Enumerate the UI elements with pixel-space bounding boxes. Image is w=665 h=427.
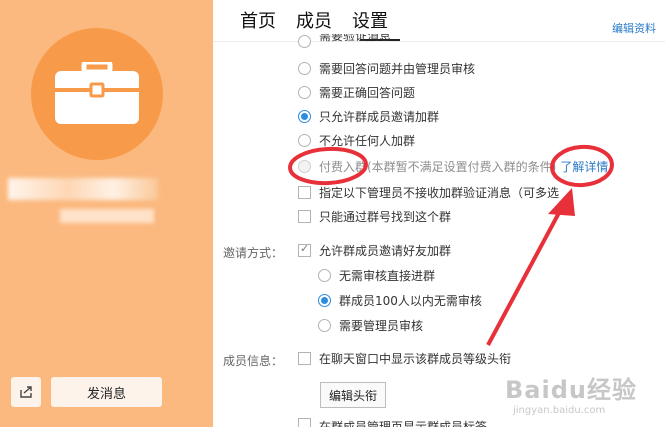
join-option-row[interactable]: 需要正确回答问题 [298,82,415,102]
allow-invite-row[interactable]: 允许群成员邀请好友加群 [298,240,451,260]
learn-more-link[interactable]: 了解详情 [560,158,608,175]
join-option-partial[interactable]: 需要验证消息 [298,34,391,48]
invite-option-label: 需要管理员审核 [339,318,424,333]
radio-button-selected[interactable] [318,293,331,307]
radio-button[interactable] [318,268,331,282]
edit-title-button[interactable]: 编辑头衔 [320,382,386,408]
tab-home[interactable]: 首页 [240,10,276,34]
join-option-row[interactable]: 不允许任何人加群 [298,130,415,150]
member-tag-row-partial[interactable]: 在群成员管理页显示群成员标签 [298,418,487,427]
member-tag-label: 在群成员管理页显示群成员标签 [319,420,488,427]
share-icon [20,386,32,398]
paid-join-option-row: 付费入群(本群暂不满足设置付费入群的条件) 了解详情 [298,156,608,176]
invite-option-row[interactable]: 群成员100人以内无需审核 [318,290,482,310]
top-nav: 首页 成员 设置 [240,10,388,34]
tab-settings[interactable]: 设置 [352,10,388,34]
blurred-group-name [8,178,158,200]
admin-no-verify-label: 指定以下管理员不接收加群验证消息（可多选 [319,185,560,200]
radio-button-selected[interactable] [298,109,311,123]
checkbox[interactable] [298,209,311,223]
join-option-label: 不允许任何人加群 [319,133,416,148]
invite-option-row[interactable]: 需要管理员审核 [318,315,423,335]
checkbox-checked[interactable] [298,242,311,257]
allow-invite-label: 允许群成员邀请好友加群 [319,243,452,258]
share-button[interactable] [11,377,41,407]
admin-no-verify-row[interactable]: 指定以下管理员不接收加群验证消息（可多选 [298,182,559,202]
send-message-button[interactable]: 发消息 [51,377,162,407]
edit-profile-link[interactable]: 编辑资料 [612,20,656,36]
invite-option-row[interactable]: 无需审核直接进群 [318,265,435,285]
radio-button[interactable] [298,61,311,75]
invite-section-label: 邀请方式： [223,246,284,260]
radio-button[interactable] [298,133,311,147]
tab-members[interactable]: 成员 [296,10,332,34]
annotation-arrow [486,195,570,346]
search-by-id-only-row[interactable]: 只能通过群号找到这个群 [298,206,451,226]
checkbox[interactable] [298,351,311,365]
join-option-label: 需要验证消息 [319,34,392,43]
paid-join-label: 付费入群(本群暂不满足设置付费入群的条件) [319,159,557,174]
search-by-id-only-label: 只能通过群号找到这个群 [319,209,452,224]
radio-button[interactable] [298,34,311,48]
group-avatar[interactable] [31,28,163,160]
join-option-row[interactable]: 需要回答问题并由管理员审核 [298,58,475,78]
blurred-group-id [60,209,154,223]
radio-button[interactable] [298,85,311,99]
invite-option-label: 无需审核直接进群 [339,268,436,283]
show-level-row[interactable]: 在聊天窗口中显示该群成员等级头衔 [298,348,511,368]
member-info-section-label: 成员信息： [223,354,284,368]
baidu-watermark: Baidu经验 jingyan.baidu.com [505,376,637,416]
radio-button[interactable] [318,318,331,332]
join-option-label: 需要正确回答问题 [319,85,416,100]
checkbox[interactable] [298,418,311,427]
briefcase-icon [55,62,139,124]
radio-button-disabled [298,159,311,173]
nav-divider [213,41,665,42]
checkbox[interactable] [298,185,311,199]
join-option-row[interactable]: 只允许群成员邀请加群 [298,106,439,126]
join-option-label: 只允许群成员邀请加群 [319,109,440,124]
join-option-label: 需要回答问题并由管理员审核 [319,61,476,76]
group-profile-panel: 发消息 [0,0,213,427]
invite-option-label: 群成员100人以内无需审核 [339,293,482,308]
show-level-label: 在聊天窗口中显示该群成员等级头衔 [319,351,512,366]
